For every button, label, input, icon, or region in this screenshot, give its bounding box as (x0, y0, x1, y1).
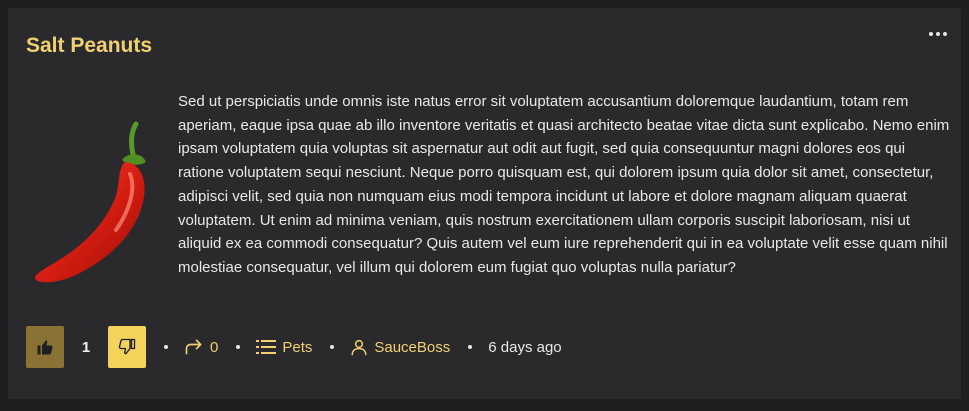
user-icon (351, 339, 367, 356)
share-arrow-icon (185, 339, 202, 355)
author-name: SauceBoss (374, 338, 451, 356)
more-options-button[interactable] (927, 28, 949, 40)
share-button[interactable]: 0 (184, 338, 218, 356)
post-card: Salt Peanuts Sed ut perspiciatis unde om… (8, 8, 961, 399)
post-age: 6 days ago (488, 338, 562, 356)
more-icon-dot (943, 32, 947, 36)
upvote-button[interactable] (26, 326, 64, 368)
vote-score: 1 (81, 338, 91, 356)
separator-dot (468, 345, 473, 349)
downvote-button[interactable] (108, 326, 146, 368)
author-link[interactable]: SauceBoss (350, 338, 450, 356)
list-icon (256, 340, 277, 354)
more-icon-dot (936, 32, 940, 36)
share-count: 0 (210, 338, 219, 356)
thumbs-down-icon (118, 338, 136, 355)
community-link[interactable]: Pets (256, 339, 312, 356)
more-icon-dot (929, 32, 933, 36)
separator-dot (330, 345, 335, 349)
chili-pepper-icon (30, 118, 148, 288)
thumbs-up-icon (37, 340, 53, 355)
community-name: Pets (282, 338, 313, 356)
separator-dot (236, 345, 241, 349)
separator-dot (164, 345, 168, 349)
post-body: Sed ut perspiciatis unde omnis iste natu… (178, 93, 950, 276)
post-footer: 1 0 Pets SauceBoss 6 days ago (26, 326, 943, 368)
post-title[interactable]: Salt Peanuts (26, 34, 152, 58)
